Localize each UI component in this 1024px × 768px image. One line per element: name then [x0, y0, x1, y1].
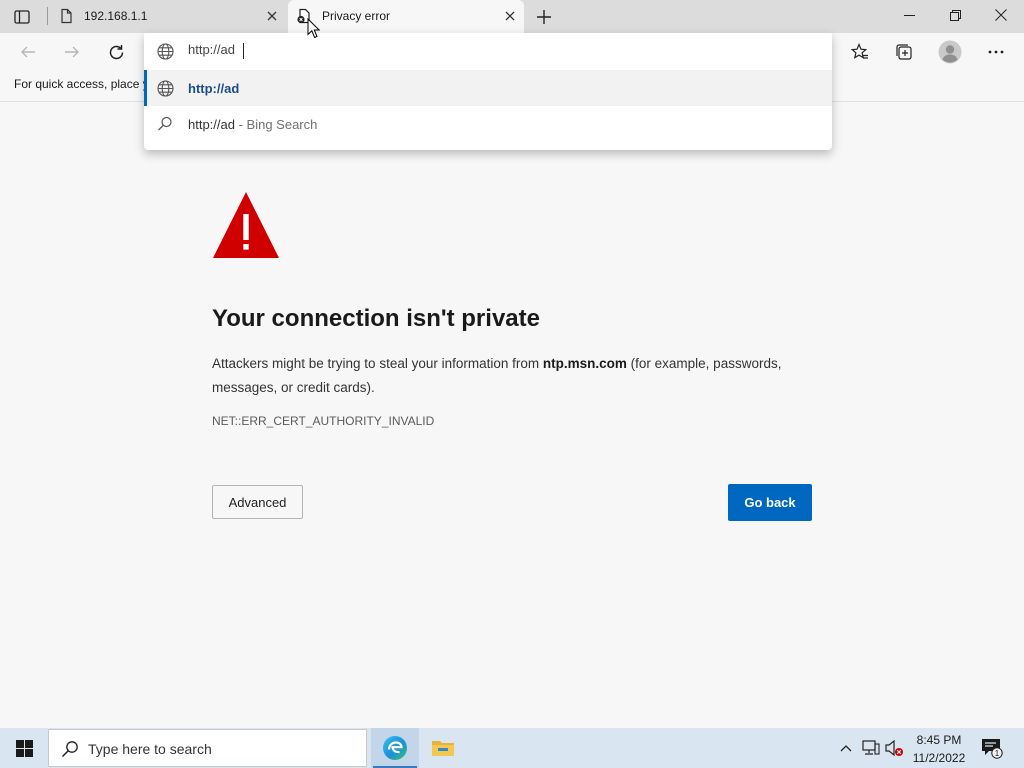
- close-icon: [267, 11, 277, 21]
- suggestion-query: http://ad: [188, 117, 235, 132]
- favorites-button[interactable]: [846, 38, 874, 66]
- tab-1[interactable]: 192.168.1.1: [50, 0, 286, 33]
- notification-center-button[interactable]: 1: [980, 736, 1004, 760]
- address-input[interactable]: [188, 42, 788, 57]
- taskbar-edge[interactable]: [371, 728, 419, 768]
- suggestion-item[interactable]: http://ad: [144, 70, 832, 106]
- tab-2-active[interactable]: Privacy error: [288, 0, 524, 33]
- suggestion-text: http://ad: [188, 81, 240, 96]
- refresh-icon: [109, 44, 123, 59]
- close-icon: [995, 9, 1007, 21]
- globe-icon: [157, 80, 174, 97]
- more-icon: [988, 50, 1004, 54]
- tab-title: 192.168.1.1: [84, 9, 148, 23]
- error-code[interactable]: NET::ERR_CERT_AUTHORITY_INVALID: [212, 414, 434, 428]
- collections-button[interactable]: [890, 38, 918, 66]
- edge-icon: [383, 736, 407, 760]
- clock-time: 8:45 PM: [916, 733, 962, 747]
- network-tray-button[interactable]: [861, 738, 881, 758]
- address-bar[interactable]: [144, 33, 832, 70]
- close-icon: [505, 11, 515, 21]
- clock-date: 11/2/2022: [912, 751, 966, 765]
- tab-actions-icon: [14, 10, 30, 24]
- taskbar-search-box[interactable]: Type here to search: [48, 729, 367, 767]
- tab-close-button[interactable]: [264, 8, 280, 24]
- windows-icon: [15, 739, 33, 757]
- tab-actions-menu-button[interactable]: [9, 6, 35, 28]
- folder-icon: [432, 741, 454, 756]
- description-text: Attackers might be trying to steal your …: [212, 356, 543, 371]
- tab-title: Privacy error: [322, 9, 391, 23]
- profile-button[interactable]: [936, 38, 964, 66]
- search-icon: [61, 741, 78, 758]
- mouse-cursor-icon: [307, 18, 320, 39]
- selection-indicator: [144, 70, 147, 106]
- advanced-button[interactable]: Advanced: [212, 485, 303, 519]
- settings-menu-button[interactable]: [982, 38, 1010, 66]
- notification-count: 1: [995, 749, 1000, 758]
- start-button[interactable]: [0, 728, 48, 768]
- tab-separator: [47, 7, 48, 25]
- globe-icon: [157, 43, 174, 60]
- collections-icon: [896, 44, 912, 60]
- address-bar-dropdown: http://ad http://ad - Bing Search: [144, 33, 832, 150]
- arrow-left-icon: [21, 46, 35, 58]
- suggestion-item[interactable]: http://ad - Bing Search: [144, 106, 832, 142]
- search-icon: [158, 116, 172, 131]
- text-caret: [243, 43, 244, 59]
- page-title: Your connection isn't private: [212, 305, 540, 332]
- chevron-up-icon: [840, 745, 852, 752]
- error-description: Attackers might be trying to steal your …: [212, 352, 817, 400]
- network-icon: [862, 740, 880, 755]
- notification-icon: 1: [982, 739, 1003, 759]
- back-button[interactable]: [14, 38, 42, 66]
- host-name: ntp.msn.com: [542, 356, 627, 371]
- warning-icon: [213, 192, 279, 258]
- close-window-button[interactable]: [978, 0, 1024, 30]
- clock[interactable]: 8:45 PM 11/2/2022: [900, 731, 978, 767]
- forward-button[interactable]: [58, 38, 86, 66]
- restore-button[interactable]: [932, 0, 978, 30]
- restore-icon: [949, 9, 961, 21]
- avatar-icon: [938, 40, 962, 64]
- favorites-bar-hint: For quick access, place y: [14, 77, 149, 91]
- plus-icon: [537, 10, 551, 24]
- search-placeholder: Type here to search: [88, 741, 212, 757]
- new-tab-button[interactable]: [533, 6, 555, 28]
- suggestion-text: http://ad - Bing Search: [188, 117, 317, 132]
- minimize-button[interactable]: [886, 0, 932, 30]
- refresh-button[interactable]: [102, 38, 130, 66]
- minimize-icon: [903, 14, 915, 16]
- page-icon: [61, 8, 72, 24]
- star-list-icon: [851, 43, 868, 59]
- arrow-right-icon: [65, 46, 79, 58]
- taskbar-file-explorer[interactable]: [419, 728, 467, 768]
- tab-close-button[interactable]: [502, 8, 518, 24]
- show-hidden-icons-button[interactable]: [836, 738, 856, 758]
- suggestion-source: - Bing Search: [234, 117, 318, 132]
- go-back-button[interactable]: Go back: [728, 484, 812, 521]
